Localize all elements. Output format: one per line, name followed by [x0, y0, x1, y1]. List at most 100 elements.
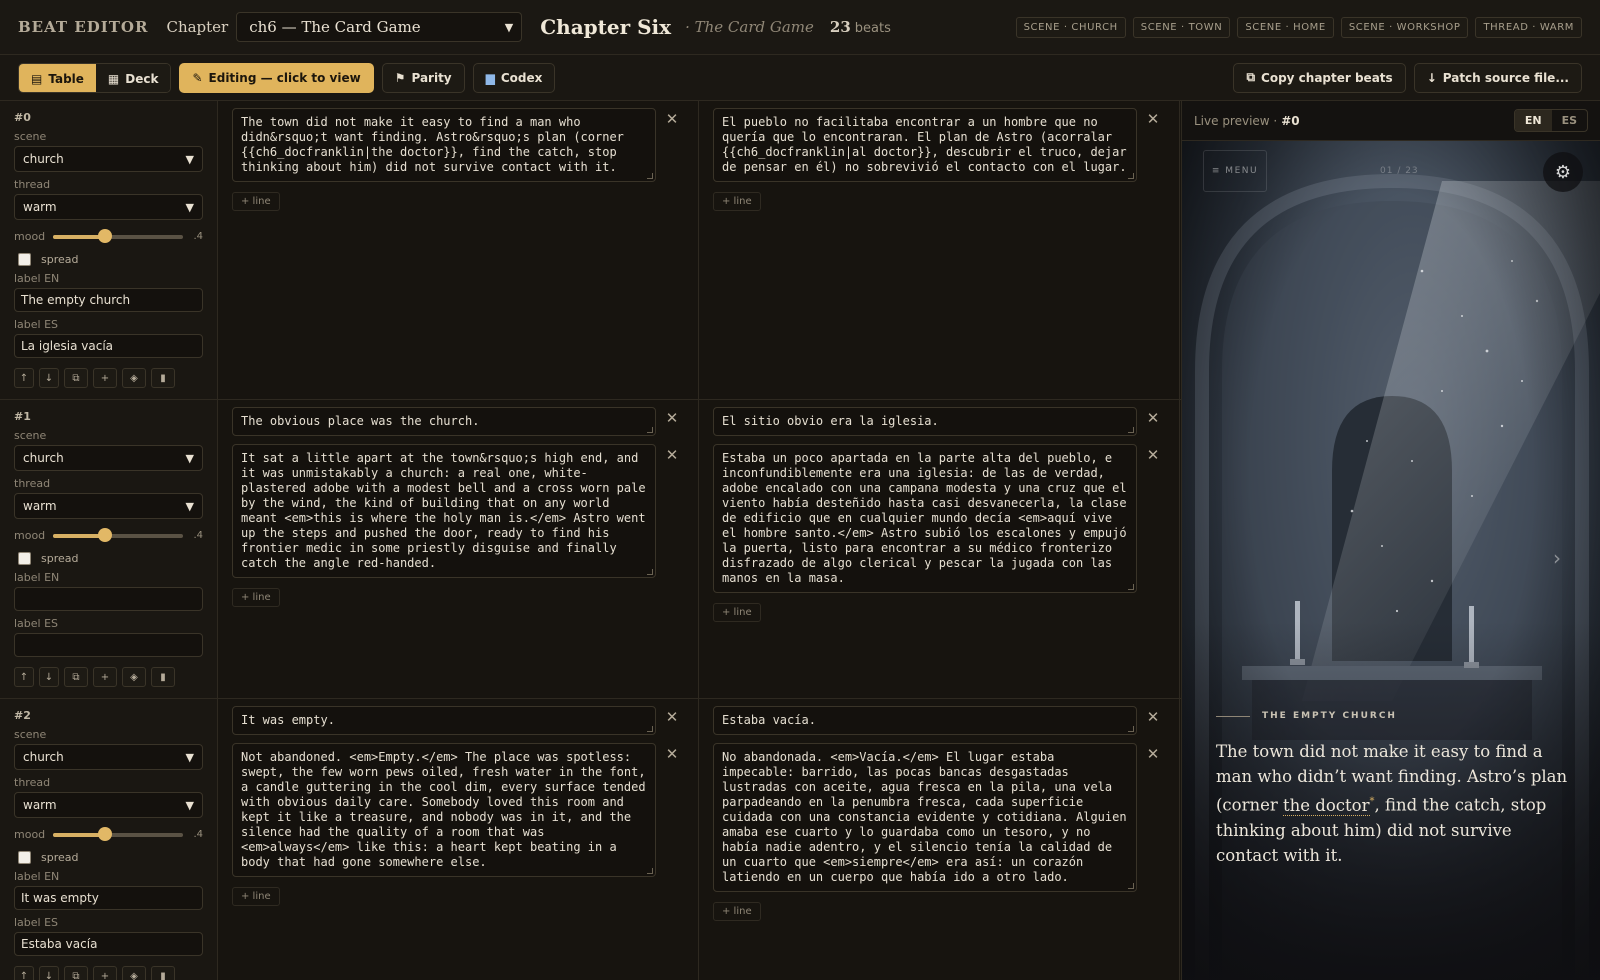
es-line-text[interactable]: Estaba un poco apartada en la parte alta… — [713, 444, 1137, 593]
marker-button[interactable]: ◈ — [122, 368, 146, 388]
thread-label: thread — [14, 776, 51, 789]
add-beat-button[interactable]: + — [93, 368, 117, 388]
resize-grip[interactable] — [1128, 883, 1134, 889]
add-line-button[interactable]: + line — [232, 192, 280, 211]
add-beat-button[interactable]: + — [93, 667, 117, 687]
add-line-button[interactable]: + line — [232, 588, 280, 607]
add-beat-button[interactable]: + — [93, 966, 117, 980]
move-down-button[interactable]: ↓ — [39, 368, 59, 388]
mood-slider[interactable] — [53, 826, 184, 841]
close-icon[interactable]: ✕ — [664, 710, 680, 726]
patch-source-button[interactable]: ↓ Patch source file... — [1413, 62, 1582, 93]
chevron-down-icon: ▼ — [185, 499, 194, 513]
gear-icon[interactable]: ⚙ — [1543, 152, 1583, 192]
add-line-button[interactable]: + line — [713, 902, 761, 921]
resize-grip[interactable] — [647, 569, 653, 575]
lang-en-button[interactable]: EN — [1514, 110, 1552, 131]
thread-select[interactable]: warm ▼ — [14, 194, 203, 220]
mood-slider-knob[interactable] — [98, 527, 113, 542]
deck-view-button[interactable]: ▦ Deck — [95, 63, 171, 92]
move-up-button[interactable]: ↑ — [14, 966, 34, 980]
codex-link[interactable]: the doctor — [1283, 795, 1370, 816]
chevron-right-icon[interactable]: › — [1553, 546, 1561, 570]
resize-grip[interactable] — [1128, 173, 1134, 179]
scene-select[interactable]: church ▼ — [14, 146, 203, 172]
pencil-icon: ✎ — [192, 70, 203, 85]
close-icon[interactable]: ✕ — [664, 747, 680, 763]
close-icon[interactable]: ✕ — [1145, 710, 1161, 726]
add-line-button[interactable]: + line — [713, 603, 761, 622]
en-line-text[interactable]: The obvious place was the church. — [232, 407, 656, 436]
move-up-button[interactable]: ↑ — [14, 667, 34, 687]
scene-tag[interactable]: SCENE · CHURCH — [1015, 16, 1126, 38]
es-line-text[interactable]: Estaba vacía. — [713, 706, 1137, 735]
en-line-text[interactable]: The town did not make it easy to find a … — [232, 108, 656, 182]
label-en-input[interactable]: It was empty — [14, 886, 203, 910]
delete-button[interactable]: ▮ — [151, 667, 175, 687]
parity-button[interactable]: ⚑ Parity — [381, 62, 465, 93]
marker-button[interactable]: ◈ — [122, 667, 146, 687]
resize-grip[interactable] — [1128, 427, 1134, 433]
close-icon[interactable]: ✕ — [1145, 411, 1161, 427]
en-line-text[interactable]: It was empty. — [232, 706, 656, 735]
mood-slider-knob[interactable] — [98, 826, 113, 841]
move-down-button[interactable]: ↓ — [39, 966, 59, 980]
spread-checkbox[interactable] — [18, 253, 31, 266]
add-line-button[interactable]: + line — [713, 192, 761, 211]
scene-tag[interactable]: THREAD · WARM — [1475, 16, 1582, 38]
en-line-text[interactable]: It sat a little apart at the town&rsquo;… — [232, 444, 656, 578]
resize-grip[interactable] — [647, 427, 653, 433]
label-en-input[interactable] — [14, 587, 203, 611]
close-icon[interactable]: ✕ — [664, 448, 680, 464]
scene-select[interactable]: church ▼ — [14, 744, 203, 770]
resize-grip[interactable] — [647, 726, 653, 732]
es-line-text[interactable]: No abandonada. <em>Vacía.</em> El lugar … — [713, 743, 1137, 892]
resize-grip[interactable] — [1128, 584, 1134, 590]
thread-select[interactable]: warm ▼ — [14, 493, 203, 519]
copy-chapter-button[interactable]: ⧉ Copy chapter beats — [1233, 62, 1406, 93]
label-en-input[interactable]: The empty church — [14, 288, 203, 312]
thread-select[interactable]: warm ▼ — [14, 792, 203, 818]
delete-button[interactable]: ▮ — [151, 368, 175, 388]
es-line-text[interactable]: El pueblo no facilitaba encontrar a un h… — [713, 108, 1137, 182]
mood-slider-knob[interactable] — [98, 228, 113, 243]
mood-slider[interactable] — [53, 228, 184, 243]
lang-es-button[interactable]: ES — [1552, 110, 1587, 131]
duplicate-button[interactable]: ⧉ — [64, 966, 88, 980]
scene-tag[interactable]: SCENE · WORKSHOP — [1340, 16, 1469, 38]
en-line: It sat a little apart at the town&rsquo;… — [232, 444, 678, 578]
close-icon[interactable]: ✕ — [1145, 112, 1161, 128]
delete-button[interactable]: ▮ — [151, 966, 175, 980]
codex-button[interactable]: ▆ Codex — [472, 62, 556, 93]
editing-toggle-button[interactable]: ✎ Editing — click to view — [179, 62, 374, 93]
move-up-button[interactable]: ↑ — [14, 368, 34, 388]
chapter-select[interactable]: ch6 — The Card Game ▼ — [236, 12, 523, 42]
add-line-button[interactable]: + line — [232, 887, 280, 906]
label-es-input[interactable]: La iglesia vacía — [14, 334, 203, 358]
close-icon[interactable]: ✕ — [664, 112, 680, 128]
es-line-text[interactable]: El sitio obvio era la iglesia. — [713, 407, 1137, 436]
duplicate-button[interactable]: ⧉ — [64, 667, 88, 687]
spread-checkbox[interactable] — [18, 552, 31, 565]
duplicate-button[interactable]: ⧉ — [64, 368, 88, 388]
move-down-button[interactable]: ↓ — [39, 667, 59, 687]
resize-grip[interactable] — [1128, 726, 1134, 732]
scene-tag[interactable]: SCENE · TOWN — [1132, 16, 1231, 38]
scene-select[interactable]: church ▼ — [14, 445, 203, 471]
close-icon[interactable]: ✕ — [1145, 747, 1161, 763]
spread-checkbox[interactable] — [18, 851, 31, 864]
resize-grip[interactable] — [647, 173, 653, 179]
en-line: The town did not make it easy to find a … — [232, 108, 678, 182]
table-view-button[interactable]: ▤ Table — [19, 63, 96, 92]
close-icon[interactable]: ✕ — [1145, 448, 1161, 464]
scene-tag[interactable]: SCENE · HOME — [1237, 16, 1334, 38]
marker-button[interactable]: ◈ — [122, 966, 146, 980]
menu-button[interactable]: ≡ MENU — [1203, 150, 1267, 192]
spread-label: spread — [41, 253, 79, 266]
resize-grip[interactable] — [647, 868, 653, 874]
label-es-input[interactable]: Estaba vacía — [14, 932, 203, 956]
close-icon[interactable]: ✕ — [664, 411, 680, 427]
mood-slider[interactable] — [53, 527, 184, 542]
en-line-text[interactable]: Not abandoned. <em>Empty.</em> The place… — [232, 743, 656, 877]
label-es-input[interactable] — [14, 633, 203, 657]
